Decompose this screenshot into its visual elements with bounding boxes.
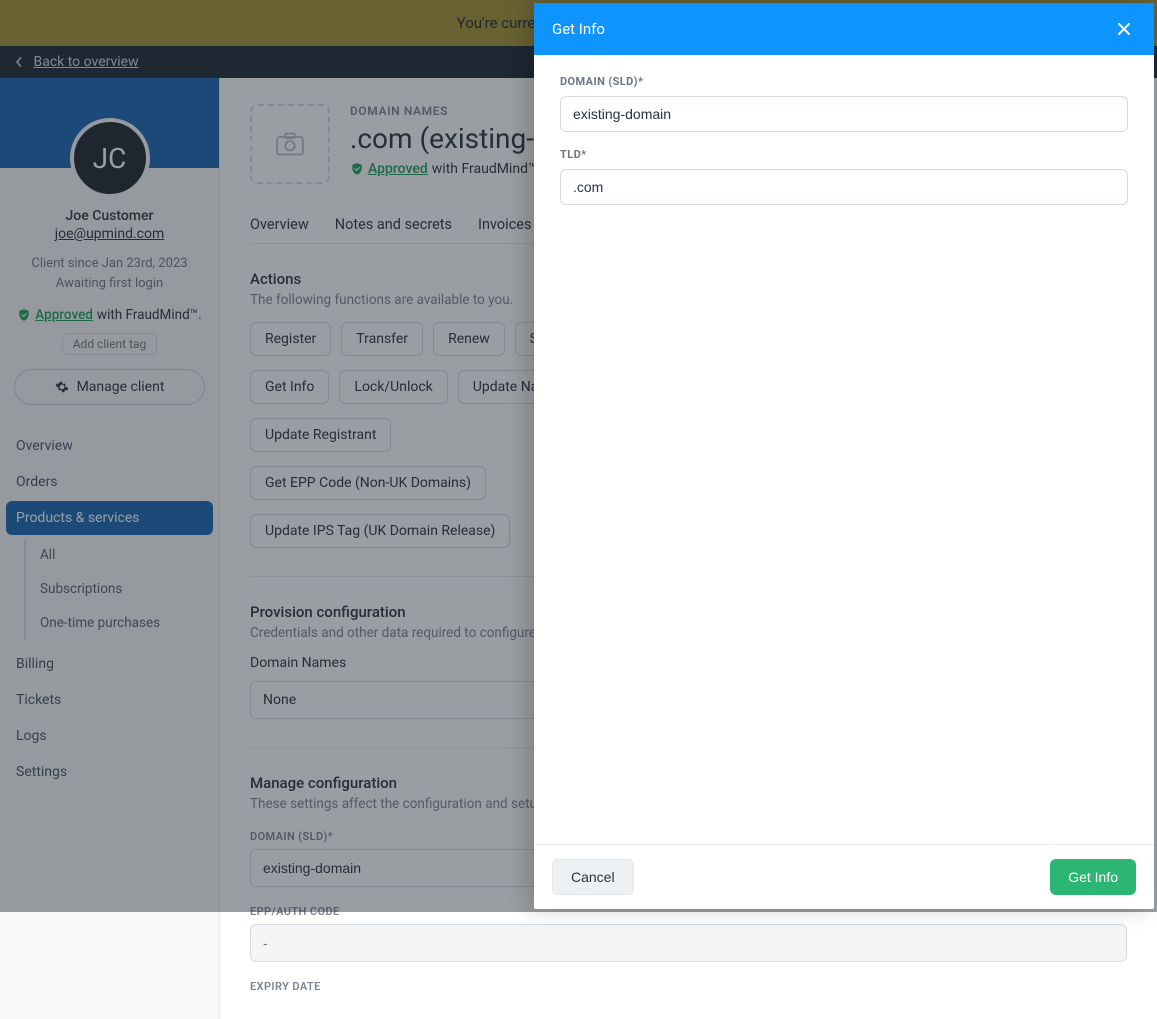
drawer-tld-input[interactable]	[560, 169, 1128, 205]
drawer-footer: Cancel Get Info	[534, 844, 1154, 909]
cancel-button[interactable]: Cancel	[552, 859, 634, 895]
drawer-domain-input[interactable]	[560, 96, 1128, 132]
drawer-title: Get Info	[552, 20, 605, 38]
drawer-tld-label: TLD*	[560, 148, 1128, 161]
close-button[interactable]	[1112, 17, 1136, 41]
drawer-header: Get Info	[534, 3, 1154, 55]
expiry-date-label: EXPIRY DATE	[250, 980, 1127, 993]
get-info-submit-button[interactable]: Get Info	[1050, 859, 1136, 895]
get-info-drawer: Get Info DOMAIN (SLD)* TLD* Cancel Get I…	[534, 3, 1154, 909]
epp-code-input[interactable]	[250, 924, 1127, 962]
drawer-body: DOMAIN (SLD)* TLD*	[534, 55, 1154, 844]
drawer-domain-label: DOMAIN (SLD)*	[560, 75, 1128, 88]
close-icon	[1117, 22, 1131, 36]
